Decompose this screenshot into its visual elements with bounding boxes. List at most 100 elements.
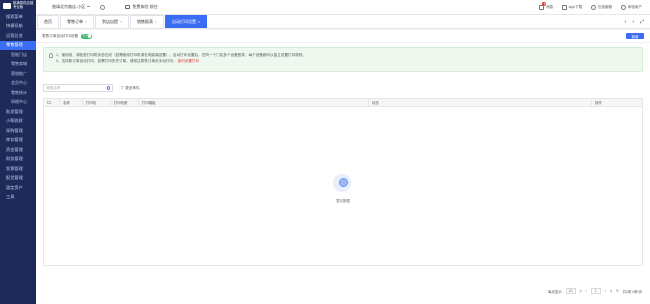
- refresh-icon[interactable]: ↻: [616, 289, 619, 293]
- fullscreen-icon[interactable]: ⤢: [640, 19, 644, 25]
- user-menu[interactable]: 体验用户: [621, 4, 642, 10]
- phone-icon: [562, 4, 568, 10]
- close-icon[interactable]: ×: [120, 20, 122, 24]
- tab-2[interactable]: 到店自提 ×: [94, 15, 129, 28]
- auto-print-toggle[interactable]: 已开启: [80, 33, 92, 39]
- sidebar-item-label: 会员中心: [11, 80, 27, 86]
- sidebar-item-7[interactable]: 会员中心: [0, 79, 36, 89]
- next-page-icon[interactable]: ›: [605, 289, 606, 293]
- col-template[interactable]: 打印模板: [139, 99, 369, 106]
- sidebar-item-16[interactable]: 发票管理: [0, 164, 36, 174]
- close-icon[interactable]: ×: [85, 20, 87, 24]
- close-icon[interactable]: ×: [155, 20, 157, 24]
- col-printer[interactable]: 打印机: [83, 99, 111, 106]
- topbar: 曲靖北京路店-小区 免费体验·前往 8 消息 App下载 在线客服 体验用户: [36, 0, 650, 15]
- headset-icon: [591, 4, 597, 10]
- chevron-right-icon[interactable]: ›: [632, 19, 634, 25]
- page-size-label: 每页显示: [548, 289, 562, 294]
- sidebar-item-13[interactable]: 库存管理: [0, 136, 36, 146]
- logo-icon: [3, 3, 11, 9]
- page-size-value: 10: [568, 289, 573, 293]
- sidebar-item-10[interactable]: 批发管理: [0, 107, 36, 117]
- tab-4[interactable]: 自动打印设置 ×: [164, 15, 207, 28]
- notice-help-link[interactable]: 如何设置打印: [178, 59, 200, 63]
- sidebar-item-14[interactable]: 资金管理: [0, 145, 36, 155]
- chevron-down-icon: [87, 6, 91, 8]
- sidebar-item-label: 营销推广: [11, 70, 27, 76]
- notice-box: 1、使用前，请检查打印机状态在线（如需使用打印机请在电脑端设置）。自动打印设置后…: [43, 47, 643, 72]
- app-download-button[interactable]: App下载: [562, 4, 583, 10]
- sidebar-item-label: 搜索菜单: [6, 13, 23, 19]
- tab-label: 到店自提: [101, 19, 118, 24]
- page-total: 共0条 0条/页: [622, 289, 642, 294]
- prev-page-icon[interactable]: ‹: [586, 289, 587, 293]
- sidebar-item-4[interactable]: 智能门店: [0, 50, 36, 60]
- page-input[interactable]: 1: [590, 288, 601, 294]
- toggle-state: 已开启: [82, 34, 91, 38]
- customer-service-button[interactable]: 在线客服: [591, 4, 612, 10]
- add-button[interactable]: 新增: [626, 33, 644, 39]
- chevron-left-icon[interactable]: ‹: [625, 19, 627, 25]
- col-name[interactable]: 名称: [60, 99, 83, 106]
- search-icon[interactable]: [106, 86, 110, 90]
- app-download-label: App下载: [568, 4, 583, 9]
- tab-label: 销售报表: [136, 19, 153, 24]
- tab-1[interactable]: 零售订单 ×: [60, 15, 94, 28]
- tab-0[interactable]: 首页: [37, 15, 59, 28]
- trial-link[interactable]: 免费体验·前往: [125, 4, 158, 10]
- sidebar-nav: 搜索菜单快捷导航 运营总览零售管理智能门店零售商城营销推广会员中心零售统计 网格中心…: [0, 12, 36, 202]
- sidebar-item-6[interactable]: 营销推广: [0, 69, 36, 79]
- sidebar-item-label: 运营总览: [6, 32, 23, 38]
- sidebar-item-1[interactable]: 快捷导航: [0, 22, 36, 32]
- col-copies[interactable]: 打印份数: [111, 99, 139, 106]
- close-icon[interactable]: ×: [198, 20, 200, 24]
- sidebar-item-19[interactable]: 工具: [0, 193, 36, 203]
- sidebar-item-3[interactable]: 零售管理: [0, 40, 36, 50]
- tab-bar: 首页 零售订单 × 到店自提 × 销售报表 × 自动打印设置 × ‹ › ⤢: [36, 15, 650, 29]
- sidebar-item-9[interactable]: 网格中心: [0, 98, 36, 108]
- sidebar-item-label: 发票管理: [6, 165, 23, 171]
- more-filters-label: 更多条件: [125, 85, 140, 90]
- more-filters-button[interactable]: ▽ 更多条件: [121, 86, 140, 91]
- sidebar-item-2[interactable]: 运营总览: [0, 31, 36, 41]
- data-table: 名称 打印机 打印份数 打印模板 状态 操作 暂无数据: [43, 98, 643, 266]
- sidebar-item-18[interactable]: 固定资产: [0, 183, 36, 193]
- sidebar-item-label: 智能门店: [11, 51, 27, 57]
- tab-3[interactable]: 销售报表 ×: [129, 15, 164, 28]
- main-content: 1、使用前，请检查打印机状态在线（如需使用打印机请在电脑端设置）。自动打印设置后…: [36, 43, 650, 304]
- store-selector[interactable]: 曲靖北京路店-小区: [52, 4, 91, 10]
- trial-link-label: 免费体验·前往: [132, 4, 158, 9]
- logo: 桃满易供应链 专业版: [0, 0, 36, 12]
- settings-icon[interactable]: [100, 4, 106, 10]
- sidebar-item-17[interactable]: 配货管理: [0, 174, 36, 184]
- search-input[interactable]: 搜索名称: [43, 84, 113, 92]
- sidebar-item-label: 配货管理: [6, 175, 23, 181]
- empty-text: 暂无数据: [336, 199, 350, 203]
- sidebar: 桃满易供应链 专业版 搜索菜单快捷导航 运营总览零售管理智能门店零售商城营销推广会…: [0, 0, 36, 304]
- tab-list: 首页 零售订单 × 到店自提 × 销售报表 × 自动打印设置 ×: [36, 15, 207, 28]
- select-all-checkbox[interactable]: [47, 100, 51, 105]
- sidebar-item-label: 零售商城: [11, 61, 27, 67]
- empty-illustration-icon: [330, 169, 356, 195]
- app-root: 桃满易供应链 专业版 搜索菜单快捷导航 运营总览零售管理智能门店零售商城营销推广会…: [0, 0, 650, 304]
- sidebar-item-12[interactable]: 采购管理: [0, 126, 36, 136]
- sidebar-item-5[interactable]: 零售商城: [0, 60, 36, 70]
- page-value: 1: [594, 289, 597, 293]
- messages-button[interactable]: 8 消息: [539, 1, 553, 10]
- sidebar-item-label: 零售管理: [6, 42, 23, 48]
- search-row: 搜索名称 ▽ 更多条件: [43, 84, 643, 92]
- sidebar-item-8[interactable]: 零售统计: [0, 88, 36, 98]
- last-page-icon[interactable]: ›|: [610, 289, 612, 293]
- tab-label: 自动打印设置: [171, 19, 196, 24]
- sidebar-item-label: 批发管理: [6, 108, 23, 114]
- sidebar-item-label: 网格中心: [11, 99, 27, 105]
- page-size-select[interactable]: 10: [565, 288, 576, 294]
- first-page-icon[interactable]: |‹: [580, 289, 582, 293]
- notice-text: 1、使用前，请检查打印机状态在线（如需使用打印机请在电脑端设置）。自动打印设置后…: [56, 52, 306, 67]
- col-status[interactable]: 状态: [369, 99, 592, 106]
- sidebar-item-11[interactable]: 小帮收款: [0, 117, 36, 127]
- sidebar-item-15[interactable]: 财务管理: [0, 155, 36, 165]
- filter-bar: 零售订单自动打印设置 已开启 新增: [36, 30, 650, 42]
- notice-line-2: 2、支持新订单自动打印，如需打印历史订单，请前往零售订单页手动打印。 如何设置打…: [56, 58, 306, 64]
- sidebar-item-0[interactable]: 搜索菜单: [0, 12, 36, 22]
